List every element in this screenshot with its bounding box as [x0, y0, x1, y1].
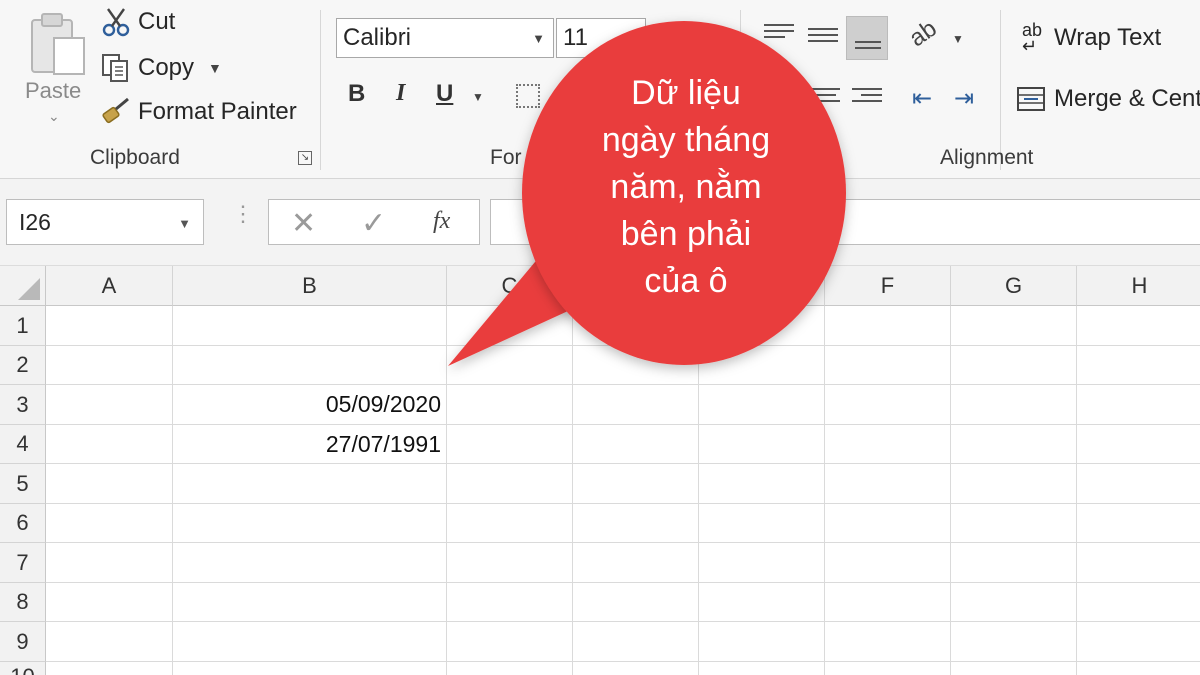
font-size-value: 11 — [563, 24, 588, 51]
wrap-text-label: Wrap Text — [1054, 24, 1162, 51]
orientation-icon[interactable]: ab — [904, 15, 942, 53]
clipboard-dialog-launcher-icon[interactable]: ↘ — [298, 151, 312, 165]
underline-dropdown-icon[interactable]: ▼ — [472, 90, 484, 104]
insert-function-icon[interactable]: fx — [433, 208, 450, 235]
row-header-6[interactable]: 6 — [0, 504, 46, 543]
callout-text: Dữ liệu ngày tháng năm, nằm bên phải của… — [556, 70, 816, 305]
underline-button[interactable]: U — [436, 80, 453, 108]
merge-center-icon — [1017, 87, 1045, 111]
row-header-1[interactable]: 1 — [0, 306, 46, 346]
gridline-horizontal — [46, 503, 1200, 504]
gridline-horizontal — [46, 621, 1200, 622]
select-all-corner[interactable] — [0, 266, 46, 306]
cell-b3[interactable]: 05/09/2020 — [173, 385, 447, 425]
borders-icon[interactable] — [516, 84, 540, 108]
merge-center-label: Merge & Cent — [1054, 85, 1200, 112]
copy-dropdown-icon[interactable]: ▼ — [208, 60, 222, 76]
callout-line: bên phải — [620, 215, 752, 253]
align-right-icon[interactable] — [852, 88, 882, 116]
gridline-vertical — [824, 306, 825, 675]
merge-center-button[interactable]: Merge & Cent — [1016, 84, 1200, 114]
formula-buttons: ✕ ✓ fx — [268, 199, 480, 245]
gridline-vertical — [172, 306, 173, 675]
name-box[interactable]: I26 ▼ — [6, 199, 204, 245]
scissors-icon — [102, 8, 130, 37]
align-top-icon[interactable] — [764, 24, 794, 52]
gridline-horizontal — [46, 582, 1200, 583]
clipboard-group-label: Clipboard — [90, 146, 180, 169]
gridline-horizontal — [46, 542, 1200, 543]
column-header-a[interactable]: A — [46, 266, 173, 306]
format-painter-button[interactable]: Format Painter — [100, 96, 297, 128]
gridline-horizontal — [46, 424, 1200, 425]
column-header-b[interactable]: B — [173, 266, 447, 306]
wrap-text-button[interactable]: ab ↵ Wrap Text — [1018, 20, 1162, 56]
increase-indent-icon[interactable]: ⇥ — [954, 84, 974, 113]
paste-button[interactable]: Paste ⌄ — [16, 8, 96, 133]
paste-dropdown-arrow[interactable]: ⌄ — [48, 108, 60, 125]
callout-line: Dữ liệu — [631, 74, 741, 112]
gridline-horizontal — [46, 463, 1200, 464]
row-header-5[interactable]: 5 — [0, 464, 46, 504]
cut-label: Cut — [138, 8, 176, 35]
gridline-horizontal — [46, 384, 1200, 385]
row-header-8[interactable]: 8 — [0, 583, 46, 622]
italic-button[interactable]: I — [396, 80, 405, 107]
gridline-horizontal — [46, 345, 1200, 346]
row-header-2[interactable]: 2 — [0, 346, 46, 385]
gridline-vertical — [1076, 306, 1077, 675]
font-size-combo[interactable]: 11 — [556, 18, 646, 58]
alignment-group-label: Alignment — [940, 146, 1034, 169]
align-bottom-icon[interactable] — [846, 16, 888, 60]
column-header-f[interactable]: F — [825, 266, 951, 306]
align-middle-icon[interactable] — [808, 28, 838, 56]
confirm-entry-icon[interactable]: ✓ — [361, 206, 386, 241]
callout-line: của ô — [644, 262, 728, 300]
format-painter-label: Format Painter — [138, 98, 297, 125]
column-header-g[interactable]: G — [951, 266, 1077, 306]
bold-button[interactable]: B — [348, 80, 365, 108]
gridline-vertical — [446, 306, 447, 675]
orientation-dropdown-icon[interactable]: ▼ — [952, 32, 964, 46]
ribbon-separator — [320, 10, 321, 170]
paste-icon — [31, 13, 85, 75]
worksheet-grid: A B C D E F G H 1 2 3 4 5 6 7 8 9 10 05/… — [0, 266, 1200, 675]
name-box-dropdown-icon[interactable]: ▼ — [178, 216, 191, 231]
gridline-horizontal — [46, 661, 1200, 662]
row-header-7[interactable]: 7 — [0, 543, 46, 583]
decrease-indent-icon[interactable]: ⇤ — [912, 84, 932, 113]
callout-line: năm, nằm — [610, 168, 762, 206]
font-name-dropdown-icon[interactable]: ▼ — [532, 31, 545, 46]
cancel-entry-icon[interactable]: ✕ — [291, 206, 316, 241]
copy-icon — [102, 54, 128, 82]
cell-b4[interactable]: 27/07/1991 — [173, 425, 447, 464]
copy-button[interactable]: Copy ▼ — [100, 52, 222, 84]
row-header-10[interactable]: 10 — [0, 662, 46, 675]
row-header-4[interactable]: 4 — [0, 425, 46, 464]
row-header-9[interactable]: 9 — [0, 622, 46, 662]
font-name-combo[interactable]: Calibri ▼ — [336, 18, 554, 58]
gridline-vertical — [950, 306, 951, 675]
column-header-h[interactable]: H — [1077, 266, 1200, 306]
paintbrush-icon — [102, 97, 129, 124]
formula-bar-grip-icon[interactable]: ⋮ — [232, 203, 254, 225]
gridline-vertical — [698, 306, 699, 675]
name-box-value: I26 — [19, 208, 51, 235]
wrap-text-icon: ab ↵ — [1021, 20, 1043, 56]
gridline-vertical — [572, 306, 573, 675]
copy-label: Copy — [138, 54, 195, 81]
cut-button[interactable]: Cut — [100, 6, 175, 38]
row-header-3[interactable]: 3 — [0, 385, 46, 425]
column-header-c[interactable]: C — [447, 266, 573, 306]
callout-line: ngày tháng — [601, 121, 771, 159]
font-name-value: Calibri — [343, 24, 412, 51]
font-group-label: For — [490, 146, 522, 169]
paste-label: Paste — [25, 78, 82, 103]
